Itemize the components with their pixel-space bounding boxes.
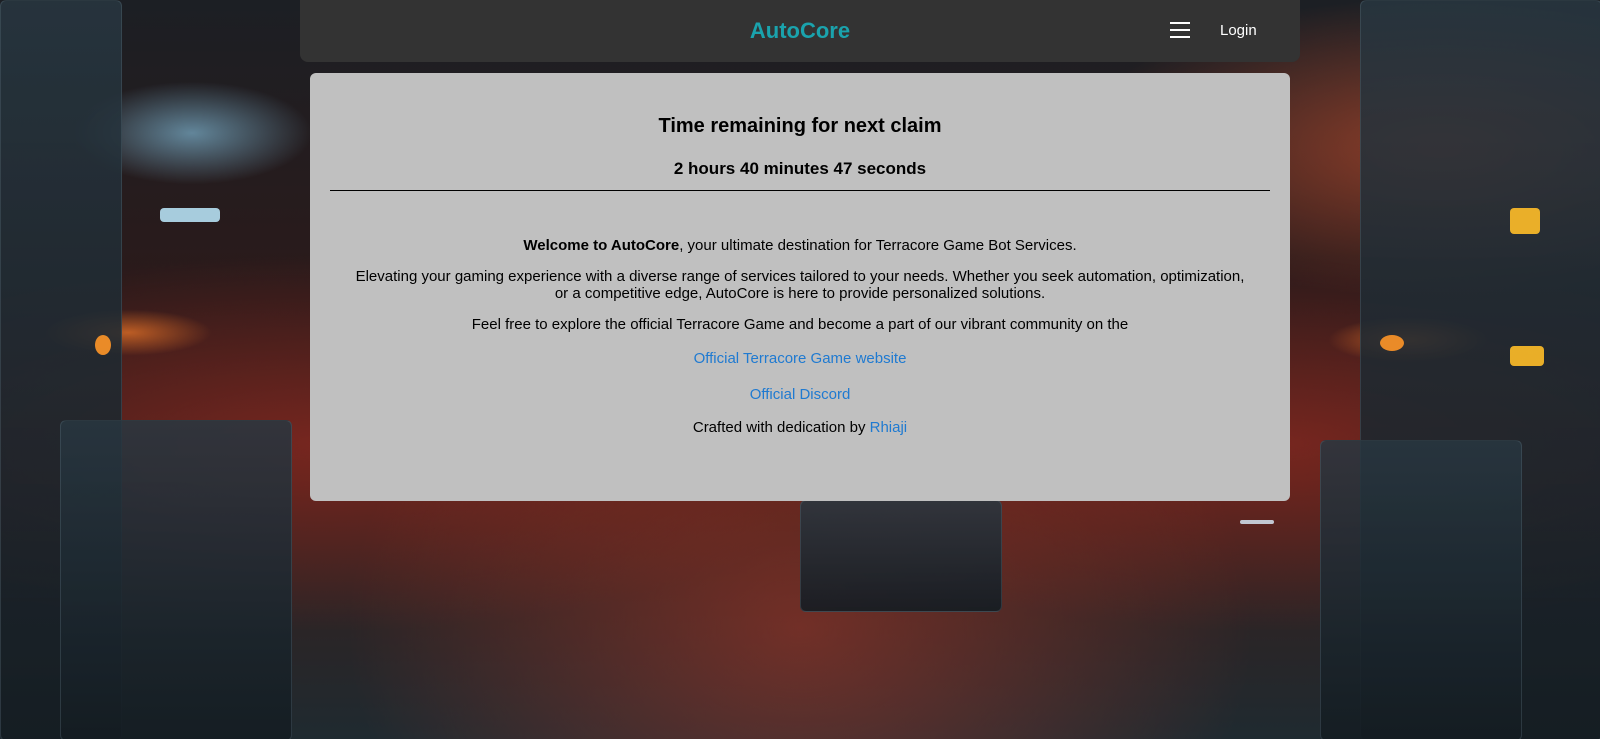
divider [330,190,1270,191]
author-link[interactable]: Rhiaji [870,419,908,436]
game-website-line: Official Terracore Game website [350,350,1250,367]
welcome-rest: , your ultimate destination for Terracor… [679,237,1077,254]
login-button[interactable]: Login [1220,22,1257,39]
discord-line: Official Discord [350,386,1250,403]
game-website-link[interactable]: Official Terracore Game website [694,350,907,367]
welcome-bold: Welcome to AutoCore [523,237,680,254]
hamburger-menu-icon[interactable] [1168,18,1192,44]
welcome-content: Welcome to AutoCore, your ultimate desti… [350,237,1250,436]
credits-line: Crafted with dedication by Rhiaji [350,419,1250,436]
top-navbar: AutoCore Login [300,0,1300,62]
timer-title: Time remaining for next claim [658,115,942,137]
welcome-paragraph: Welcome to AutoCore, your ultimate desti… [350,237,1250,254]
credits-prefix: Crafted with dedication by [692,419,870,436]
timer-value: 2 hours 40 minutes 47 seconds [673,159,927,178]
explore-paragraph: Feel free to explore the official Terrac… [471,316,1129,333]
brand-title[interactable]: AutoCore [300,18,1300,44]
discord-link[interactable]: Official Discord [750,386,851,403]
description-paragraph: Elevating your gaming experience with a … [355,268,1245,302]
main-card: Time remaining for next claim 2 hours 40… [310,73,1290,501]
